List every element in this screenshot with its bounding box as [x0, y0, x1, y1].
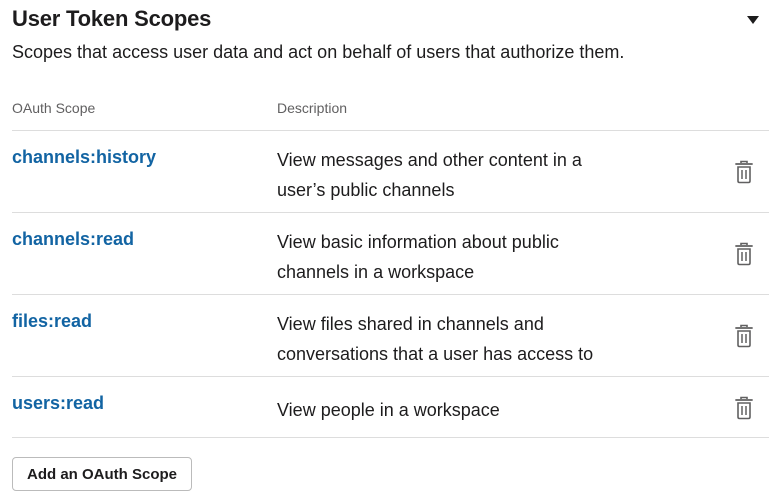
table-row: users:read View people in a workspace: [12, 377, 769, 438]
add-oauth-scope-button[interactable]: Add an OAuth Scope: [12, 457, 192, 491]
description-line: View people in a workspace: [277, 400, 500, 420]
table-row: channels:history View messages and other…: [12, 131, 769, 213]
scope-description: View files shared in channels and conver…: [277, 309, 637, 369]
scope-description: View people in a workspace: [277, 395, 637, 425]
trash-icon[interactable]: [734, 324, 754, 348]
header-oauth-scope: OAuth Scope: [12, 100, 96, 116]
scope-description: View basic information about public chan…: [277, 227, 637, 287]
trash-icon[interactable]: [734, 396, 754, 420]
description-line: View messages and other content in a: [277, 150, 582, 170]
user-token-scopes-panel: User Token Scopes Scopes that access use…: [0, 0, 783, 498]
section-title: User Token Scopes: [12, 6, 212, 31]
description-line: View files shared in channels and: [277, 314, 544, 334]
scope-description: View messages and other content in a use…: [277, 145, 637, 205]
header-description: Description: [277, 100, 348, 116]
section-subtitle: Scopes that access user data and act on …: [12, 42, 625, 62]
scopes-table: OAuth Scope Description channels:history…: [12, 88, 769, 438]
trash-icon[interactable]: [734, 242, 754, 266]
scope-link-channels-read[interactable]: channels:read: [12, 229, 134, 250]
description-line: channels in a workspace: [277, 262, 475, 282]
trash-icon[interactable]: [734, 160, 754, 184]
description-line: conversations that a user has access to: [277, 344, 594, 364]
table-row: channels:read View basic information abo…: [12, 213, 769, 295]
scope-link-channels-history[interactable]: channels:history: [12, 147, 156, 168]
scope-link-files-read[interactable]: files:read: [12, 311, 92, 332]
table-header: OAuth Scope Description: [12, 88, 769, 131]
table-row: files:read View files shared in channels…: [12, 295, 769, 377]
scope-link-users-read[interactable]: users:read: [12, 393, 104, 414]
description-line: user’s public channels: [277, 180, 455, 200]
caret-down-icon[interactable]: [745, 14, 761, 26]
description-line: View basic information about public: [277, 232, 559, 252]
